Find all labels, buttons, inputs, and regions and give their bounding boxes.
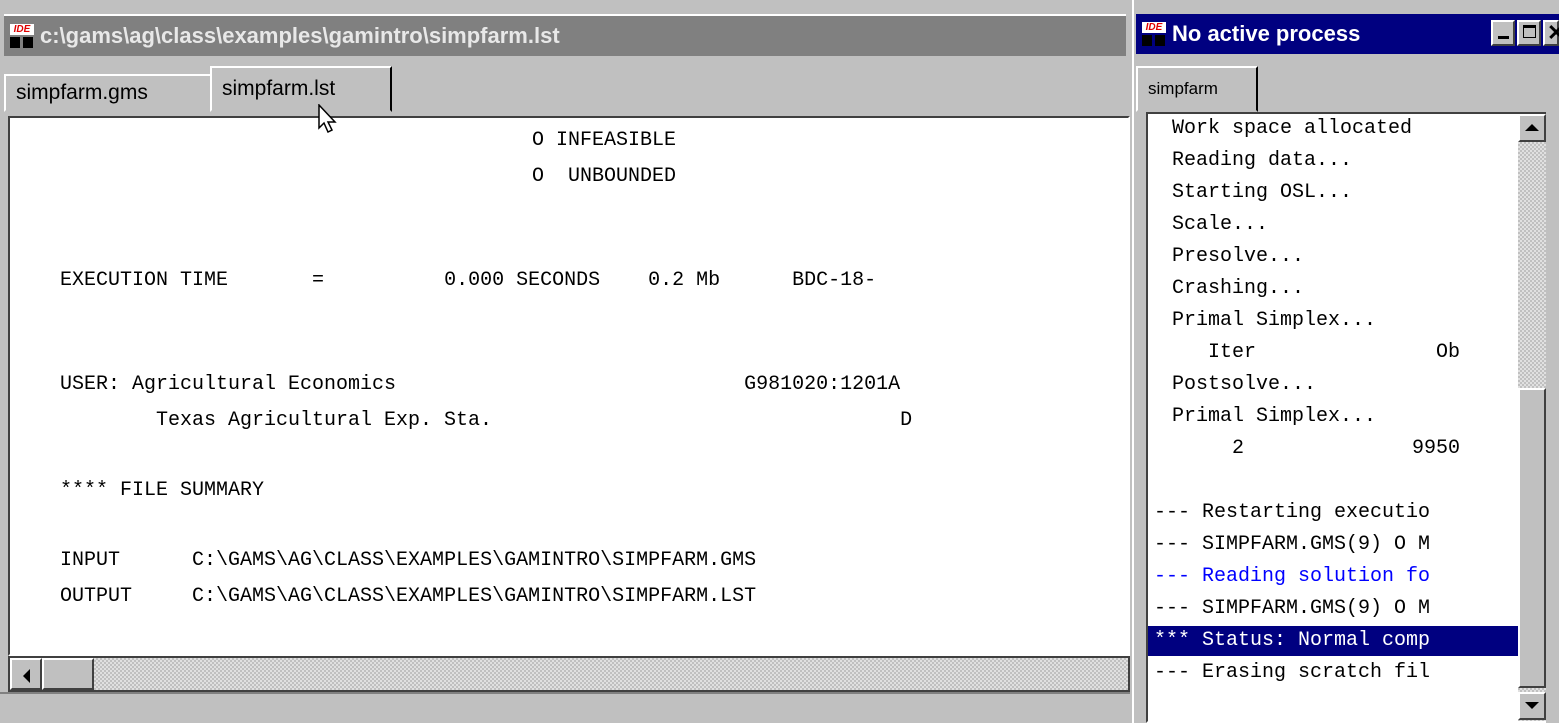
tab-simpfarm-lst[interactable]: simpfarm.lst bbox=[210, 66, 392, 112]
process-log-area[interactable]: Work space allocated Reading data... Sta… bbox=[1146, 112, 1546, 723]
scroll-left-button[interactable] bbox=[10, 658, 42, 690]
listing-window-titlebar[interactable]: IDE c:\gams\ag\class\examples\gamintro\s… bbox=[4, 14, 1126, 56]
log-line-link[interactable]: --- Reading solution fo bbox=[1154, 562, 1430, 592]
vertical-scrollbar[interactable] bbox=[1518, 114, 1546, 721]
log-line-selected[interactable]: *** Status: Normal comp bbox=[1148, 626, 1526, 656]
minimize-button[interactable] bbox=[1491, 20, 1515, 46]
log-line: Scale... bbox=[1172, 213, 1269, 236]
log-line: Primal Simplex... bbox=[1172, 309, 1377, 332]
log-line: Reading data... bbox=[1172, 149, 1353, 172]
listing-line: Texas Agricultural Exp. Sta. D bbox=[156, 409, 913, 432]
listing-line: INPUT C:\GAMS\AG\CLASS\EXAMPLES\GAMINTRO… bbox=[60, 549, 757, 572]
close-button[interactable]: ✕ bbox=[1543, 20, 1559, 46]
ide-icon: IDE bbox=[1142, 22, 1166, 46]
log-line: --- Restarting executio bbox=[1154, 501, 1431, 524]
arrow-left-icon bbox=[23, 669, 30, 683]
listing-tab-strip: simpfarm.gms simpfarm.lst bbox=[4, 66, 1130, 112]
maximize-button[interactable] bbox=[1517, 20, 1541, 46]
log-line: Primal Simplex... bbox=[1172, 405, 1377, 428]
vertical-scroll-thumb[interactable] bbox=[1518, 388, 1546, 688]
window-buttons: ✕ bbox=[1491, 20, 1559, 46]
listing-line: **** FILE SUMMARY bbox=[60, 479, 265, 502]
log-line: --- SIMPFARM.GMS(9) O M bbox=[1154, 597, 1431, 620]
tab-simpfarm[interactable]: simpfarm bbox=[1136, 66, 1258, 112]
listing-line: O UNBOUNDED bbox=[532, 165, 677, 188]
listing-line: USER: Agricultural Economics G981020:120… bbox=[60, 373, 901, 396]
log-line: Presolve... bbox=[1172, 245, 1305, 268]
listing-line: OUTPUT C:\GAMS\AG\CLASS\EXAMPLES\GAMINTR… bbox=[60, 585, 757, 608]
arrow-up-icon bbox=[1525, 124, 1539, 131]
process-tab-strip: simpfarm bbox=[1136, 66, 1559, 112]
log-line: 2 9950 bbox=[1172, 437, 1461, 460]
arrow-down-icon bbox=[1525, 702, 1539, 709]
close-icon: ✕ bbox=[1547, 20, 1559, 45]
listing-text-area[interactable]: O INFEASIBLE O UNBOUNDED EXECUTION TIME … bbox=[8, 116, 1130, 656]
horizontal-scrollbar[interactable] bbox=[8, 656, 1130, 692]
listing-window: IDE c:\gams\ag\class\examples\gamintro\s… bbox=[0, 0, 1130, 723]
log-line: Crashing... bbox=[1172, 277, 1305, 300]
horizontal-scroll-thumb[interactable] bbox=[42, 658, 94, 690]
process-window-title: No active process bbox=[1172, 21, 1361, 46]
maximize-icon bbox=[1523, 25, 1536, 38]
tab-simpfarm-gms[interactable]: simpfarm.gms bbox=[4, 74, 212, 112]
log-line: --- Erasing scratch fil bbox=[1154, 661, 1431, 684]
log-line: Starting OSL... bbox=[1172, 181, 1353, 204]
log-line: Iter Ob bbox=[1172, 341, 1461, 364]
process-window-titlebar[interactable]: IDE No active process ✕ bbox=[1136, 14, 1559, 54]
listing-line: O INFEASIBLE bbox=[532, 129, 677, 152]
scroll-up-button[interactable] bbox=[1518, 114, 1546, 142]
listing-line: EXECUTION TIME = 0.000 SECONDS 0.2 Mb BD… bbox=[60, 269, 877, 292]
process-window: IDE No active process ✕ simpfarm Work sp… bbox=[1132, 0, 1559, 723]
log-line: --- SIMPFARM.GMS(9) O M bbox=[1154, 533, 1431, 556]
scroll-down-button[interactable] bbox=[1518, 692, 1546, 720]
log-line: Postsolve... bbox=[1172, 373, 1317, 396]
ide-icon: IDE bbox=[10, 24, 34, 48]
mouse-pointer-icon bbox=[318, 104, 337, 134]
status-bar bbox=[0, 692, 1130, 723]
listing-window-title: c:\gams\ag\class\examples\gamintro\simpf… bbox=[40, 23, 560, 48]
minimize-icon bbox=[1498, 36, 1509, 39]
log-line: Work space allocated bbox=[1172, 117, 1413, 140]
